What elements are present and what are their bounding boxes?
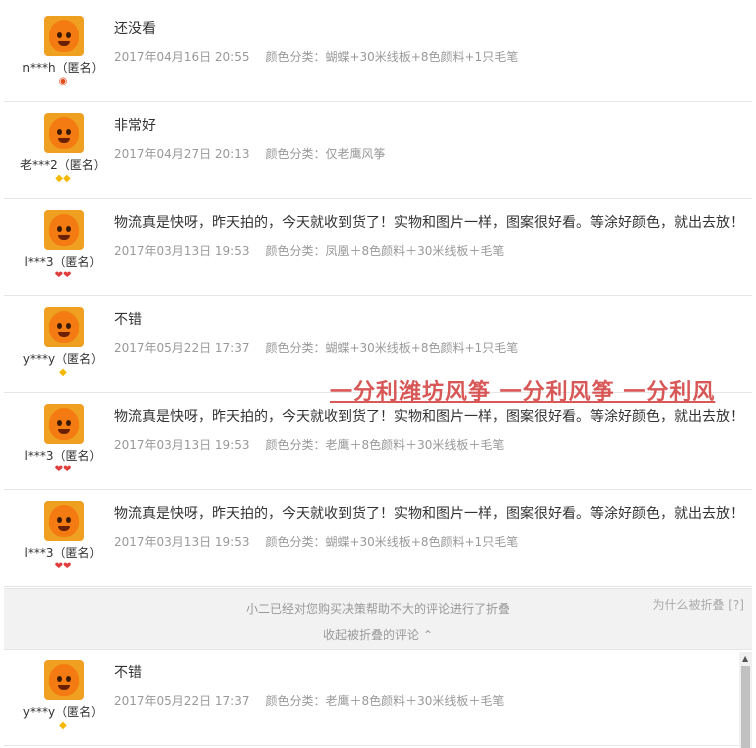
reviewer-level-badge: ❤❤	[4, 561, 122, 573]
reviewer-level-badge: ❤❤	[4, 270, 122, 282]
mascot-avatar-icon	[44, 16, 84, 56]
crown-badge-icon: ◉	[58, 76, 68, 87]
collapse-folded-button[interactable]: 收起被折叠的评论 ⌃	[4, 626, 752, 643]
collapse-label: 收起被折叠的评论	[323, 628, 420, 642]
review-sku: 颜色分类：老鹰＋8色颜料＋30米线板＋毛笔	[265, 694, 505, 708]
review-sku: 颜色分类：凤凰＋8色颜料＋30米线板＋毛笔	[265, 244, 505, 258]
review-meta: 2017年05月22日 17:37 颜色分类：老鹰＋8色颜料＋30米线板＋毛笔	[114, 692, 504, 709]
reviewer-info: l***3（匿名） ❤❤	[4, 394, 122, 490]
review-meta: 2017年03月13日 19:53 颜色分类：蝴蝶+30米线板+8色颜料+1只毛笔	[114, 533, 518, 550]
review-item: l***3（匿名） ❤❤ 物流真是快呀，昨天拍的，今天就收到货了！实物和图片一样，图…	[4, 200, 752, 296]
reviewer-name: y***y（匿名）	[22, 352, 104, 366]
review-item: n***h（匿名） ◉ 还没看 2017年04月16日 20:55 颜色分类：蝴蝶+30…	[4, 6, 752, 102]
reviewer-level-badge: ◆	[4, 720, 122, 732]
review-sku: 颜色分类：蝴蝶+30米线板+8色颜料+1只毛笔	[265, 535, 519, 549]
watermark-text: 一分利潍坊风筝 一分利风筝 一分利风	[330, 379, 716, 405]
heart-badge-icon: ❤❤	[54, 561, 72, 572]
triangle-up-icon[interactable]: ▲	[742, 654, 748, 663]
review-item: l***3（匿名） ❤❤ 物流真是快呀，昨天拍的，今天就收到货了！实物和图片一样，图…	[4, 491, 752, 587]
reviewer-level-badge: ❤❤	[4, 464, 122, 476]
review-text: 物流真是快呀，昨天拍的，今天就收到货了！实物和图片一样，图案很好看。等涂好颜色，…	[114, 506, 744, 522]
heart-badge-icon: ❤❤	[54, 464, 72, 475]
review-content: 非常好 2017年04月27日 20:13 颜色分类：仅老鹰风筝	[114, 103, 752, 199]
review-date: 2017年05月22日 17:37	[114, 341, 250, 355]
why-folded-link[interactable]: 为什么被折叠 [?]	[652, 596, 744, 613]
review-sku: 颜色分类：老鹰＋8色颜料＋30米线板＋毛笔	[265, 438, 505, 452]
review-content: 物流真是快呀，昨天拍的，今天就收到货了！实物和图片一样，图案很好看。等涂好颜色，…	[114, 200, 752, 296]
mascot-avatar-icon	[44, 501, 84, 541]
diamond-badge-icon: ◆◆	[55, 173, 71, 184]
scrollbar[interactable]: ▲	[739, 652, 752, 748]
review-item: l***3（匿名） ❤❤ 物流真是快呀，昨天拍的，今天就收到货了！实物和图片一样，图…	[4, 394, 752, 490]
review-meta: 2017年04月16日 20:55 颜色分类：蝴蝶+30米线板+8色颜料+1只毛笔	[114, 48, 518, 65]
heart-badge-icon: ❤❤	[54, 270, 72, 281]
reviewer-name: l***3（匿名）	[24, 546, 102, 560]
reviewer-info: y***y（匿名） ◆	[4, 297, 122, 393]
review-date: 2017年03月13日 19:53	[114, 438, 250, 452]
mascot-avatar-icon	[44, 404, 84, 444]
reviewer-name: l***3（匿名）	[24, 255, 102, 269]
reviewer-info: y***y（匿名） ◆	[4, 650, 122, 746]
reviewer-info: n***h（匿名） ◉	[4, 6, 122, 102]
reviewer-info: 老***2（匿名） ◆◆	[4, 103, 122, 199]
diamond-badge-icon: ◆	[59, 720, 67, 731]
mascot-avatar-icon	[44, 307, 84, 347]
review-text: 不错	[114, 665, 142, 681]
review-date: 2017年03月13日 19:53	[114, 244, 250, 258]
reviewer-level-badge: ◆	[4, 367, 122, 379]
reviewer-name: y***y（匿名）	[22, 705, 104, 719]
review-text: 物流真是快呀，昨天拍的，今天就收到货了！实物和图片一样，图案很好看。等涂好颜色，…	[114, 409, 744, 425]
review-content: 物流真是快呀，昨天拍的，今天就收到货了！实物和图片一样，图案很好看。等涂好颜色，…	[114, 394, 752, 490]
reviewer-name: n***h（匿名）	[22, 61, 104, 75]
review-sku: 颜色分类：蝴蝶+30米线板+8色颜料+1只毛笔	[265, 50, 519, 64]
review-sku: 颜色分类：仅老鹰风筝	[265, 147, 386, 161]
reviewer-info: l***3（匿名） ❤❤	[4, 491, 122, 587]
mascot-avatar-icon	[44, 660, 84, 700]
mascot-avatar-icon	[44, 210, 84, 250]
reviewer-name: 老***2（匿名）	[20, 158, 106, 172]
review-sku: 颜色分类：蝴蝶+30米线板+8色颜料+1只毛笔	[265, 341, 519, 355]
review-date: 2017年04月27日 20:13	[114, 147, 250, 161]
review-content: 物流真是快呀，昨天拍的，今天就收到货了！实物和图片一样，图案很好看。等涂好颜色，…	[114, 491, 752, 587]
mascot-avatar-icon	[44, 113, 84, 153]
diamond-badge-icon: ◆	[59, 367, 67, 378]
review-text: 不错	[114, 312, 142, 328]
review-meta: 2017年04月27日 20:13 颜色分类：仅老鹰风筝	[114, 145, 386, 162]
reviewer-level-badge: ◆◆	[4, 173, 122, 185]
reviewer-level-badge: ◉	[4, 76, 122, 88]
review-meta: 2017年03月13日 19:53 颜色分类：老鹰＋8色颜料＋30米线板＋毛笔	[114, 436, 504, 453]
review-item: y***y（匿名） ◆ 不错 2017年05月22日 17:37 颜色分类：老鹰＋8色颜…	[4, 650, 752, 746]
review-content: 还没看 2017年04月16日 20:55 颜色分类：蝴蝶+30米线板+8色颜料+1…	[114, 6, 752, 102]
review-date: 2017年04月16日 20:55	[114, 50, 250, 64]
review-date: 2017年03月13日 19:53	[114, 535, 250, 549]
review-meta: 2017年03月13日 19:53 颜色分类：凤凰＋8色颜料＋30米线板＋毛笔	[114, 242, 504, 259]
folded-reviews-banner: 小二已经对您购买决策帮助不大的评论进行了折叠 收起被折叠的评论 ⌃ 为什么被折叠…	[4, 588, 752, 650]
review-content: 不错 2017年05月22日 17:37 颜色分类：老鹰＋8色颜料＋30米线板＋毛笔	[114, 650, 752, 746]
review-date: 2017年05月22日 17:37	[114, 694, 250, 708]
reviewer-name: l***3（匿名）	[24, 449, 102, 463]
reviewer-info: l***3（匿名） ❤❤	[4, 200, 122, 296]
review-item: 老***2（匿名） ◆◆ 非常好 2017年04月27日 20:13 颜色分类：仅老鹰风…	[4, 103, 752, 199]
folded-notice: 小二已经对您购买决策帮助不大的评论进行了折叠	[245, 602, 510, 616]
scrollbar-thumb[interactable]	[741, 666, 750, 748]
review-text: 非常好	[114, 118, 156, 134]
chevron-up-icon: ⌃	[422, 628, 433, 642]
review-text: 还没看	[114, 21, 156, 37]
review-meta: 2017年05月22日 17:37 颜色分类：蝴蝶+30米线板+8色颜料+1只毛笔	[114, 339, 518, 356]
review-text: 物流真是快呀，昨天拍的，今天就收到货了！实物和图片一样，图案很好看。等涂好颜色，…	[114, 215, 744, 231]
